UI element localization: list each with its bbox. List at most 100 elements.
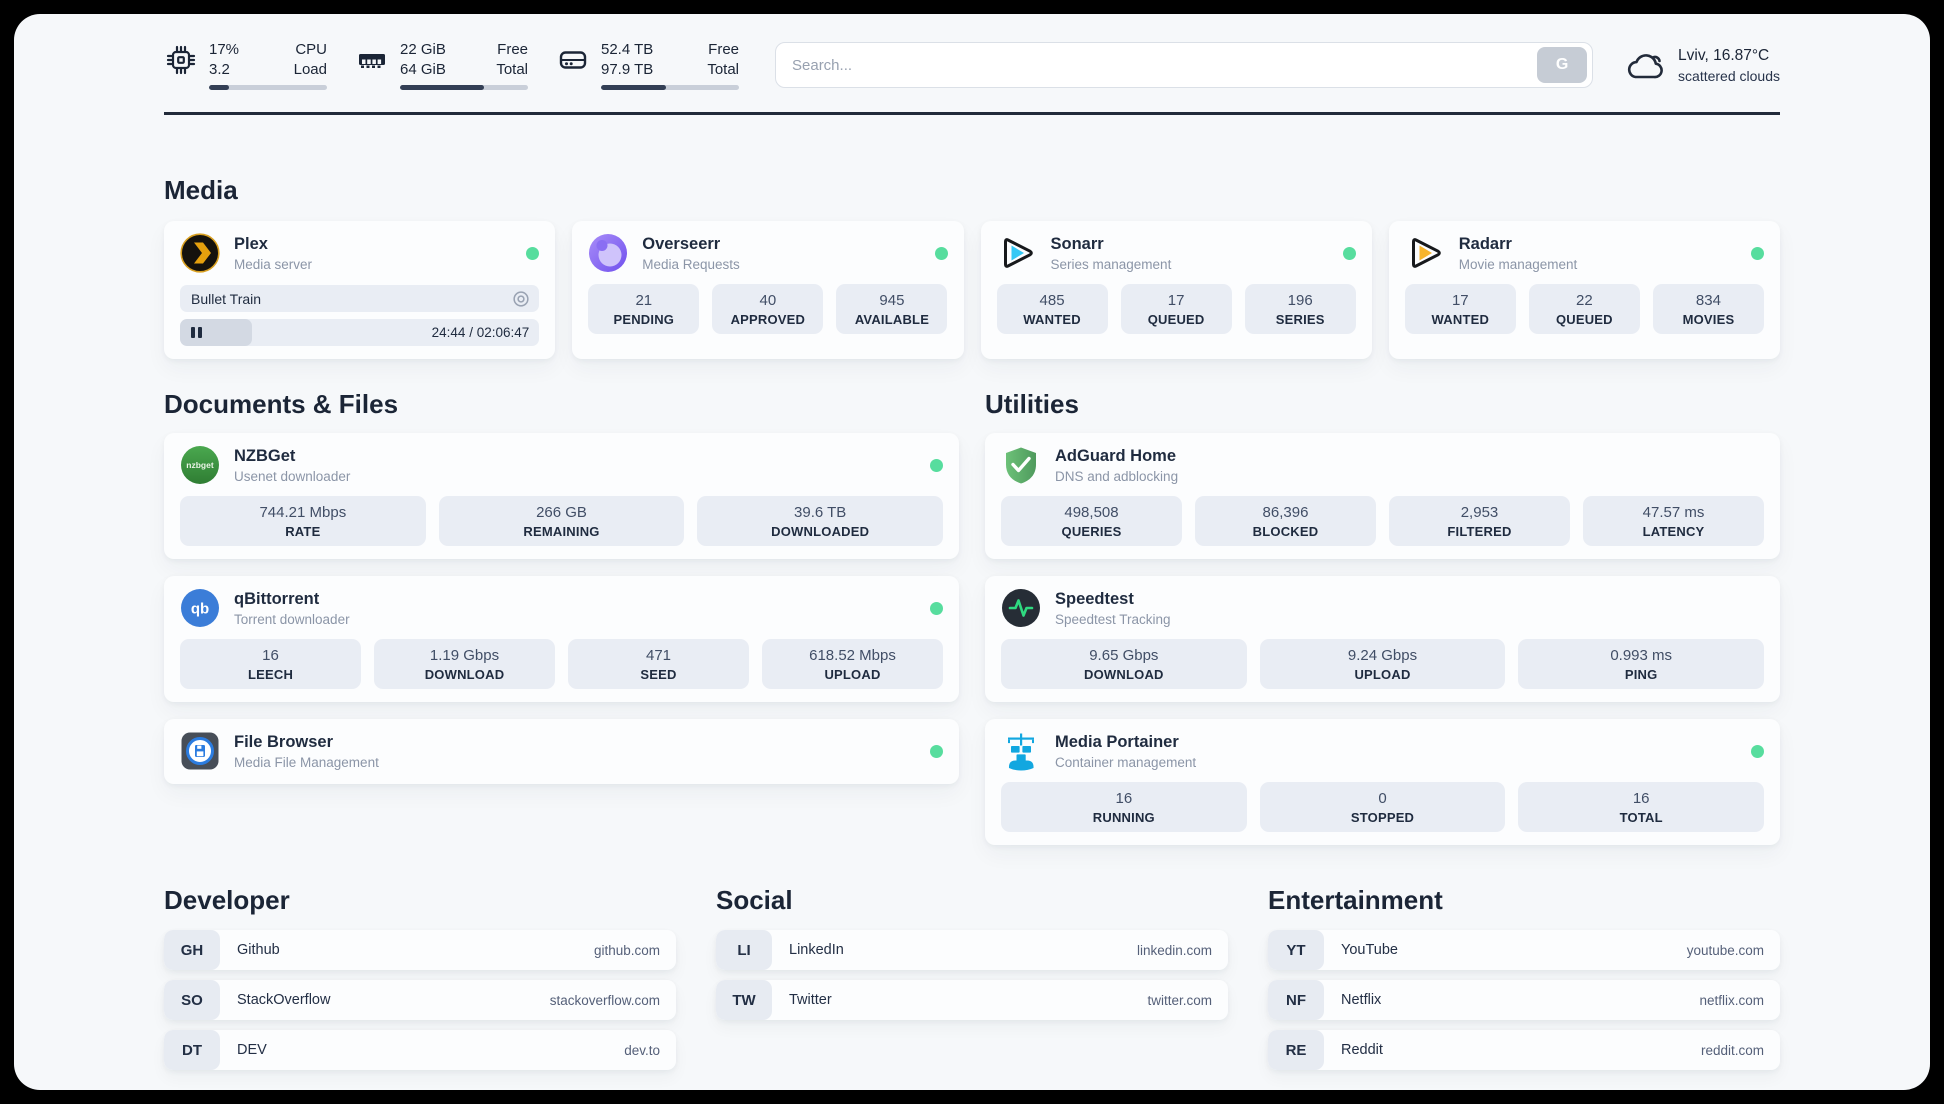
app-card-filebrowser[interactable]: File Browser Media File Management — [164, 719, 959, 784]
dashboard-panel: 17% 3.2 CPU Load 22 GiB 64 GiB Free Tota… — [14, 14, 1930, 1090]
ram-total-label: Total — [496, 60, 528, 78]
bookmark-row-twitter[interactable]: TW Twitter twitter.com — [716, 980, 1228, 1020]
stat-value: 40 — [759, 292, 777, 309]
stat-label: SEED — [640, 667, 677, 682]
stat-value: 618.52 Mbps — [809, 647, 896, 664]
top-bar: 17% 3.2 CPU Load 22 GiB 64 GiB Free Tota… — [164, 14, 1780, 90]
stat-value: 21 — [635, 292, 653, 309]
now-playing-row: Bullet Train — [180, 285, 540, 312]
bookmark-url: reddit.com — [1700, 1042, 1764, 1058]
app-title: qBittorrent — [234, 589, 320, 608]
stat-value: 0.993 ms — [1610, 647, 1673, 664]
bookmark-row-youtube[interactable]: YT YouTube youtube.com — [1268, 930, 1780, 970]
bookmark-badge: RE — [1268, 1030, 1324, 1070]
stat-box: 47.57 ms LATENCY — [1583, 496, 1764, 546]
status-dot — [930, 601, 943, 615]
app-subtitle: Media Requests — [642, 256, 740, 272]
app-card-plex[interactable]: Plex Media server Bullet Train 24:44 / 0… — [164, 221, 556, 359]
disk-free-label: Free — [708, 41, 739, 58]
svg-text:nzbget: nzbget — [186, 460, 214, 470]
stat-box: 39.6 TB DOWNLOADED — [697, 496, 944, 546]
bookmark-url: dev.to — [624, 1042, 660, 1058]
stat-box: 17 QUEUED — [1120, 284, 1232, 334]
bookmark-url: stackoverflow.com — [549, 992, 660, 1008]
app-title: Plex — [234, 234, 268, 253]
stat-value: 16 — [262, 647, 279, 664]
search-provider-button[interactable]: G — [1537, 47, 1588, 83]
bookmark-name: DEV — [237, 1042, 267, 1058]
app-card-adguard[interactable]: AdGuard Home DNS and adblocking 498,508 Q… — [985, 433, 1780, 559]
stat-value: 1.19 Gbps — [429, 647, 500, 664]
bookmark-row-stackoverflow[interactable]: SO StackOverflow stackoverflow.com — [164, 980, 676, 1020]
status-dot — [930, 744, 943, 758]
stat-label: APPROVED — [730, 312, 806, 327]
hard-drive-icon — [559, 51, 587, 69]
bookmark-row-github[interactable]: GH Github github.com — [164, 930, 676, 970]
playback-time: 24:44 / 02:06:47 — [431, 325, 530, 340]
stat-box: 16 TOTAL — [1518, 782, 1765, 832]
cpu-progressbar — [209, 85, 327, 90]
status-dot — [934, 246, 948, 260]
app-card-speedtest[interactable]: Speedtest Speedtest Tracking 9.65 Gbps DO… — [985, 576, 1780, 702]
stat-label: SERIES — [1275, 312, 1325, 327]
search-input[interactable] — [792, 56, 1538, 74]
app-card-portainer[interactable]: Media Portainer Container management 16 R… — [985, 719, 1780, 845]
cpu-load-value: 3.2 — [209, 60, 230, 78]
stat-value: 16 — [1115, 790, 1133, 807]
section-title-media: Media — [164, 175, 238, 205]
stat-value: 945 — [879, 292, 905, 309]
bookmark-name: LinkedIn — [789, 942, 844, 958]
stat-box: 834 MOVIES — [1652, 284, 1764, 334]
bookmark-url: linkedin.com — [1136, 942, 1212, 958]
memory-widget: 22 GiB 64 GiB Free Total — [355, 40, 528, 90]
bookmark-row-dev[interactable]: DT DEV dev.to — [164, 1030, 676, 1070]
stat-value: 834 — [1695, 292, 1721, 309]
app-subtitle: Media server — [234, 256, 313, 272]
stat-label: DOWNLOAD — [424, 667, 505, 682]
stat-value: 16 — [1632, 790, 1650, 807]
app-card-qbittorrent[interactable]: qb qBittorrent Torrent downloader 16 LEEC… — [164, 576, 959, 702]
disk-total-label: Total — [707, 60, 739, 78]
bookmark-row-linkedin[interactable]: LI LinkedIn linkedin.com — [716, 930, 1228, 970]
stat-box: 16 LEECH — [180, 639, 361, 689]
app-card-overseerr[interactable]: Overseerr Media Requests 21 PENDING 40 APP… — [572, 221, 964, 359]
app-subtitle: Speedtest Tracking — [1055, 611, 1171, 627]
ram-progressbar — [400, 85, 528, 90]
qbittorrent-icon: qb — [181, 589, 219, 627]
stat-box: 618.52 Mbps UPLOAD — [762, 639, 943, 689]
documents-column: Documents & Files nzbget NZBGet Usenet d… — [164, 389, 959, 845]
bookmark-name: Reddit — [1341, 1042, 1383, 1058]
app-subtitle: Container management — [1055, 754, 1197, 770]
bookmark-row-reddit[interactable]: RE Reddit reddit.com — [1268, 1030, 1780, 1070]
media-grid: Plex Media server Bullet Train 24:44 / 0… — [164, 221, 1780, 359]
stat-box: 2,953 FILTERED — [1389, 496, 1570, 546]
app-title: NZBGet — [234, 446, 296, 465]
section-title-entertainment: Entertainment — [1268, 885, 1443, 915]
app-card-sonarr[interactable]: Sonarr Series management 485 WANTED 17 QUE… — [980, 221, 1372, 359]
status-dot — [526, 246, 540, 260]
stat-value: 86,396 — [1262, 504, 1309, 521]
bookmark-name: Twitter — [789, 992, 832, 1008]
bookmark-url: github.com — [593, 942, 660, 958]
cpu-load-label: Load — [293, 60, 327, 78]
stat-label: QUERIES — [1061, 524, 1122, 539]
bookmark-group-entertainment: Entertainment YT YouTube youtube.com NF … — [1268, 885, 1780, 1080]
adguard-icon — [1006, 447, 1036, 484]
bookmark-badge: LI — [716, 930, 772, 970]
bookmark-url: twitter.com — [1147, 992, 1212, 1008]
bookmark-url: youtube.com — [1686, 942, 1764, 958]
pause-icon — [191, 327, 202, 338]
bookmark-name: YouTube — [1341, 942, 1398, 958]
stat-box: 16 RUNNING — [1001, 782, 1247, 832]
bookmark-badge: YT — [1268, 930, 1324, 970]
cpu-label: CPU — [295, 41, 327, 58]
bookmark-row-netflix[interactable]: NF Netflix netflix.com — [1268, 980, 1780, 1020]
app-card-radarr[interactable]: Radarr Movie management 17 WANTED 22 QUEUE… — [1388, 221, 1780, 359]
bookmark-badge: GH — [164, 930, 220, 970]
bookmark-group-developer: Developer GH Github github.com SO StackO… — [164, 885, 676, 1080]
stat-box: 471 SEED — [568, 639, 749, 689]
cpu-usage: 17% — [209, 41, 240, 58]
app-card-nzbget[interactable]: nzbget NZBGet Usenet downloader 744.21 M… — [164, 433, 959, 559]
stat-box: 9.65 Gbps DOWNLOAD — [1001, 639, 1247, 689]
stat-box: 0 STOPPED — [1259, 782, 1506, 832]
